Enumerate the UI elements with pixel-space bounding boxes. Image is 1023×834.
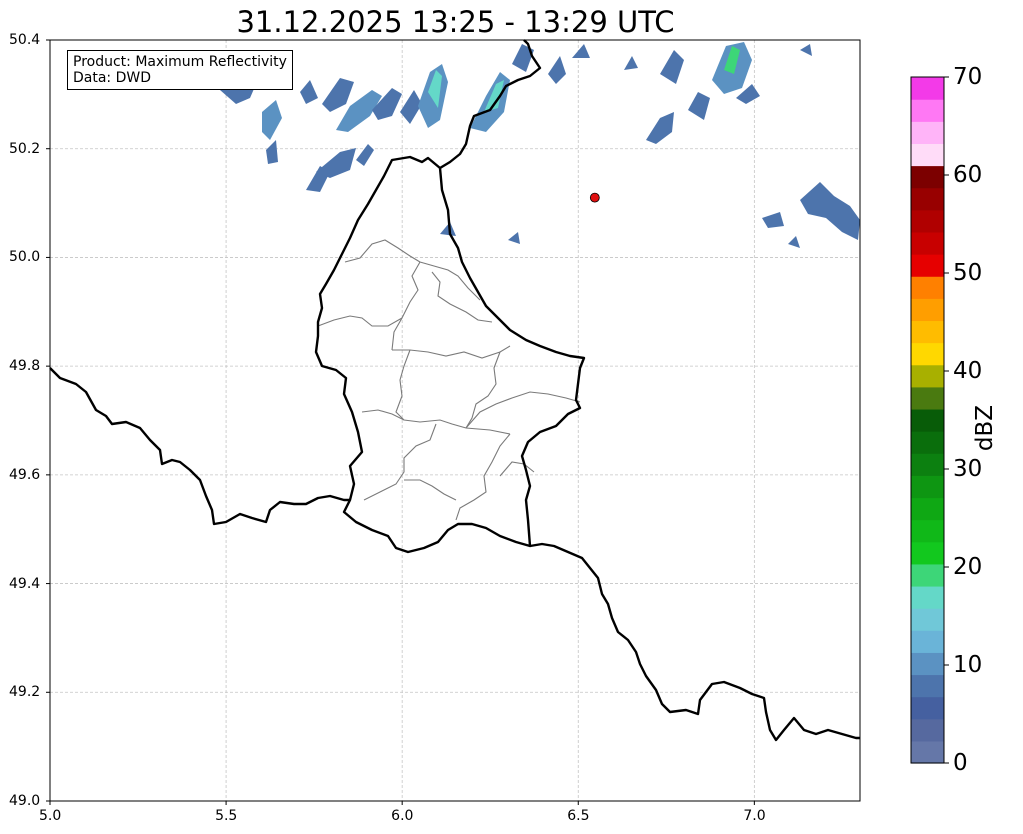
colorbar-segment bbox=[911, 563, 944, 587]
colorbar-segment bbox=[911, 364, 944, 388]
colorbar-segment bbox=[911, 585, 944, 609]
colorbar-segment bbox=[911, 431, 944, 454]
colorbar-segment bbox=[911, 718, 944, 742]
colorbar-segment bbox=[911, 453, 944, 476]
y-tick-label: 49.4 bbox=[9, 575, 41, 592]
y-tick-label: 49.0 bbox=[9, 793, 41, 809]
colorbar-segment bbox=[911, 298, 944, 322]
y-tick-label: 49.8 bbox=[9, 358, 41, 375]
colorbar-segment bbox=[911, 143, 944, 167]
colorbar-tick-label: 50 bbox=[953, 260, 983, 286]
colorbar-segment bbox=[911, 541, 944, 565]
colorbar-tick-label: 20 bbox=[953, 554, 983, 580]
colorbar-segment bbox=[911, 342, 944, 366]
colorbar-tick-label: 30 bbox=[953, 456, 983, 482]
colorbar-segment bbox=[911, 475, 944, 499]
x-tick-label: 6.0 bbox=[391, 808, 414, 824]
colorbar-segment bbox=[911, 231, 944, 255]
colorbar-segment bbox=[911, 99, 944, 122]
colorbar-segment bbox=[911, 652, 944, 676]
colorbar-segment bbox=[911, 77, 944, 100]
y-tick-label: 49.6 bbox=[9, 466, 41, 483]
product-label: Product: Maximum Reflectivity bbox=[73, 54, 287, 70]
y-tick-label: 49.2 bbox=[9, 684, 41, 701]
colorbar-segment bbox=[911, 696, 944, 720]
colorbar-tick-label: 60 bbox=[953, 162, 983, 188]
colorbar-label: dBZ bbox=[972, 404, 998, 452]
y-tick-label: 50.0 bbox=[9, 249, 41, 266]
colorbar-tick-label: 0 bbox=[953, 750, 968, 776]
colorbar-segment bbox=[911, 320, 944, 344]
colorbar-segment bbox=[911, 408, 944, 432]
colorbar bbox=[910, 76, 949, 764]
colorbar-tick-label: 10 bbox=[953, 652, 983, 678]
colorbar-segment bbox=[911, 121, 944, 144]
y-tick-label: 50.4 bbox=[9, 32, 41, 48]
x-tick-label: 5.5 bbox=[215, 808, 238, 824]
colorbar-segment bbox=[911, 165, 944, 189]
colorbar-segment bbox=[911, 630, 944, 653]
colorbar-tick-label: 40 bbox=[953, 358, 983, 384]
colorbar-segment bbox=[911, 608, 944, 631]
x-tick-label: 7.0 bbox=[743, 808, 766, 824]
location-marker bbox=[589, 192, 600, 203]
x-tick-label: 6.5 bbox=[567, 808, 590, 824]
x-tick-label: 5.0 bbox=[39, 808, 62, 824]
colorbar-segment bbox=[911, 740, 944, 764]
colorbar-segment bbox=[911, 254, 944, 277]
colorbar-segment bbox=[911, 519, 944, 543]
product-info-box: Product: Maximum Reflectivity Data: DWD bbox=[67, 50, 293, 90]
colorbar-segment bbox=[911, 187, 944, 211]
radar-map bbox=[46, 39, 861, 805]
colorbar-segment bbox=[911, 276, 944, 299]
data-source-label: Data: DWD bbox=[73, 70, 151, 86]
colorbar-segment bbox=[911, 209, 944, 233]
colorbar-tick-label: 70 bbox=[953, 64, 983, 90]
colorbar-segment bbox=[911, 386, 944, 410]
colorbar-segment bbox=[911, 674, 944, 698]
y-tick-label: 50.2 bbox=[9, 140, 41, 157]
colorbar-segment bbox=[911, 497, 944, 521]
